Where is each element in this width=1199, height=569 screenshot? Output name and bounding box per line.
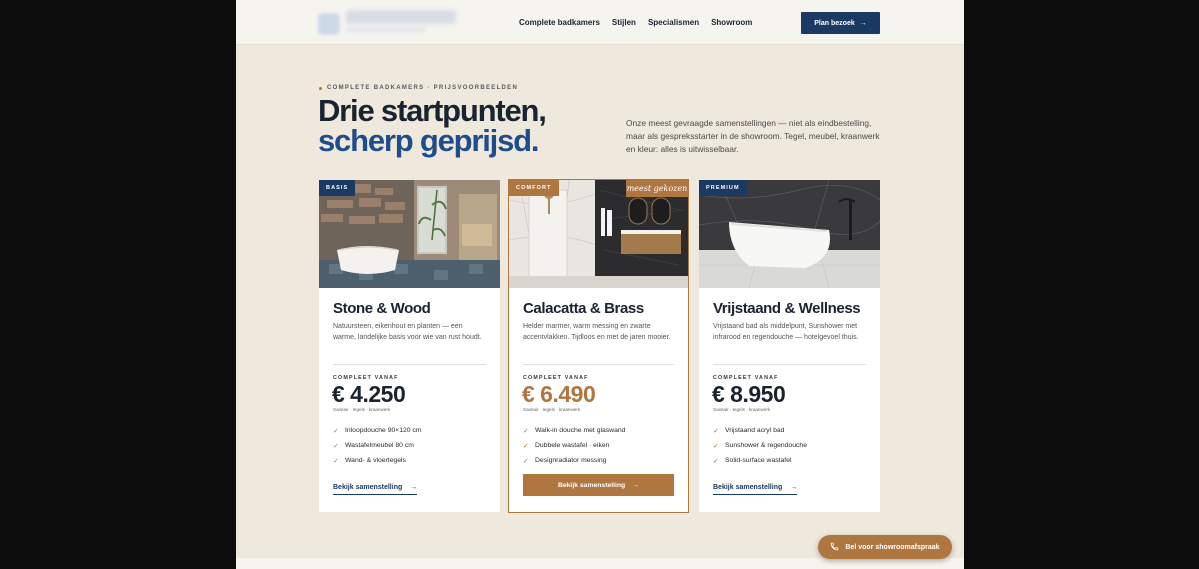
check-icon: ✓: [523, 457, 529, 465]
check-icon: ✓: [523, 427, 529, 435]
tag-premium: PREMIUM: [699, 180, 747, 196]
arrow-right-icon: →: [790, 484, 798, 491]
site-header: Complete badkamers Stijlen Specialismen …: [236, 0, 964, 45]
list-item: ✓ Walk-in douche met glaswand: [523, 427, 626, 435]
tag-basis: BASIS: [319, 180, 356, 196]
section-eyebrow: COMPLETE BADKAMERS · PRIJSVOORBEELDEN: [319, 85, 518, 91]
eyebrow-text: COMPLETE BADKAMERS · PRIJSVOORBEELDEN: [327, 85, 519, 91]
plan-bezoek-button[interactable]: Plan bezoek →: [801, 12, 880, 34]
check-icon: ✓: [713, 442, 719, 450]
check-icon: ✓: [713, 427, 719, 435]
list-item: ✓ Sunshower & regendouche: [713, 442, 807, 450]
list-item: ✓ Designradiator messing: [523, 457, 607, 465]
price-value: € 8.950: [712, 381, 786, 407]
check-icon: ✓: [333, 442, 339, 450]
check-icon: ✓: [523, 442, 529, 450]
card-title: Stone & Wood: [333, 300, 431, 317]
nav-link-stijlen[interactable]: Stijlen: [612, 18, 636, 27]
check-icon: ✓: [333, 457, 339, 465]
logo-mark-icon: [318, 13, 340, 35]
list-item: ✓ Vrijstaand acryl bad: [713, 427, 785, 435]
page-title: Drie startpunten, scherp geprijsd.: [318, 93, 547, 158]
list-item: ✓ Wand- & vloertegels: [333, 457, 406, 465]
card-title: Calacatta & Brass: [523, 300, 644, 317]
feature-list: ✓ Vrijstaand acryl bad ✓ Sunshower & regen…: [713, 423, 807, 468]
call-label: Bel voor showroomafspraak: [845, 543, 940, 551]
tag-comfort: COMFORT: [509, 180, 559, 196]
intro-text: Onze meest gevraagde samenstellingen — n…: [626, 118, 880, 154]
divider: [523, 364, 674, 365]
arrow-right-icon: →: [859, 19, 867, 27]
price-value: € 4.250: [332, 381, 406, 407]
card-description: Natuursteen, eikenhout en planten — een …: [333, 323, 482, 342]
nav-link-complete-badkamers[interactable]: Complete badkamers: [519, 18, 600, 27]
nav-link-specialismen[interactable]: Specialismen: [648, 18, 699, 27]
list-item: ✓ Wastafelmeubel 80 cm: [333, 442, 414, 450]
title-line-1: Drie startpunten,: [318, 93, 547, 128]
card-description: Helder marmer, warm messing en zwarte ac…: [523, 323, 671, 342]
price-note: Sanitair · tegels · kraanwerk: [523, 407, 581, 412]
card-calacatta-brass: COMFORT meest gekozen Calacatta & Brass …: [508, 179, 689, 513]
phone-icon: [830, 542, 839, 553]
bathroom-photo-stone-wood: BASIS: [319, 180, 500, 288]
plan-bezoek-label: Plan bezoek: [814, 19, 855, 27]
bel-voor-showroomafspraak-button[interactable]: Bel voor showroomafspraak: [818, 535, 952, 559]
page: Complete badkamers Stijlen Specialismen …: [236, 0, 964, 569]
arrow-right-icon: →: [410, 484, 418, 491]
bekijk-samenstelling-link[interactable]: Bekijk samenstelling →: [713, 484, 798, 495]
card-description: Vrijstaand bad als middelpunt, Sunshower…: [713, 323, 859, 342]
meest-gekozen-badge: meest gekozen: [626, 180, 688, 197]
list-item: ✓ Inloopdouche 90×120 cm: [333, 427, 422, 435]
arrow-right-icon: →: [632, 481, 640, 489]
list-item: ✓ Solid-surface wastafel: [713, 457, 792, 465]
bekijk-samenstelling-link[interactable]: Bekijk samenstelling →: [333, 484, 418, 495]
main-nav: Complete badkamers Stijlen Specialismen …: [519, 18, 752, 27]
title-line-2: scherp geprijsd.: [318, 123, 539, 158]
bullet-icon: [319, 86, 322, 90]
price-note: Sanitair · tegels · kraanwerk: [333, 407, 391, 412]
card-title: Vrijstaand & Wellness: [713, 300, 861, 317]
divider: [713, 364, 866, 365]
list-item: ✓ Dubbele wastafel · eiken: [523, 442, 610, 450]
check-icon: ✓: [713, 457, 719, 465]
next-section-edge: [236, 558, 964, 569]
bekijk-samenstelling-button[interactable]: Bekijk samenstelling →: [523, 474, 674, 496]
card-vrijstaand-wellness: PREMIUM Vrijstaand & Wellness Vrijstaand…: [699, 180, 880, 512]
bathroom-photo-vrijstaand-wellness: PREMIUM: [699, 180, 880, 288]
card-stone-wood: BASIS Stone & Wood Natuursteen, eikenhou…: [319, 180, 500, 512]
logo[interactable]: [318, 9, 460, 35]
bathroom-photo-calacatta-brass: COMFORT meest gekozen: [509, 180, 688, 288]
feature-list: ✓ Inloopdouche 90×120 cm ✓ Wastafelmeubel …: [333, 423, 422, 468]
feature-list: ✓ Walk-in douche met glaswand ✓ Dubbele wa…: [523, 423, 625, 468]
divider: [333, 364, 486, 365]
price-value: € 6.490: [522, 381, 596, 407]
price-note: Sanitair · tegels · kraanwerk: [713, 407, 771, 412]
check-icon: ✓: [333, 427, 339, 435]
nav-link-showroom[interactable]: Showroom: [711, 18, 752, 27]
